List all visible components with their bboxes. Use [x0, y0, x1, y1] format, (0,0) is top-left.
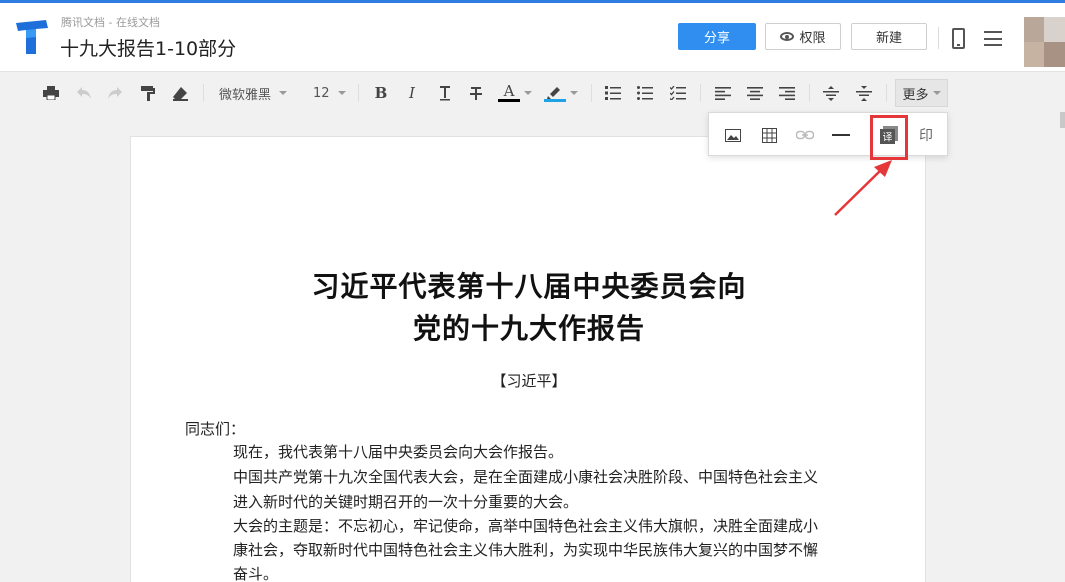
share-button[interactable]: 分享 [678, 23, 756, 50]
bullet-list-icon[interactable] [636, 82, 654, 104]
format-painter-icon[interactable] [139, 82, 157, 104]
document-heading-line2: 党的十九大作报告 [412, 312, 645, 345]
highlight-color-button[interactable] [544, 82, 580, 104]
more-button[interactable]: 更多 [895, 79, 948, 107]
document-author: 【习近平】 [491, 372, 567, 390]
highlight-annotation-box [870, 115, 908, 160]
paragraph-line: 中国共产党第十九次全国代表大会，是在全面建成小康社会决胜阶段、中国特色社会主义 [233, 468, 819, 486]
align-right-icon[interactable] [778, 82, 796, 104]
formatting-toolbar: 微软雅黑 12 B I A 更多 [0, 73, 1065, 113]
strikethrough-icon[interactable] [467, 82, 485, 104]
header-divider [938, 27, 939, 49]
document-title[interactable]: 十九大报告1-10部分 [60, 34, 236, 61]
toolbar-divider [886, 84, 887, 102]
app-subtitle: 腾讯文档 - 在线文档 [61, 16, 160, 29]
highlighter-icon [544, 87, 566, 102]
chevron-down-icon [524, 91, 532, 95]
redo-icon[interactable] [106, 82, 124, 104]
table-icon[interactable] [757, 123, 781, 147]
more-menu-dropdown: 译 印 [708, 112, 948, 156]
chevron-down-icon [279, 91, 288, 95]
scrollbar-thumb[interactable] [1060, 112, 1065, 128]
checklist-icon[interactable] [669, 82, 687, 104]
eye-icon [780, 32, 795, 41]
align-left-icon[interactable] [714, 82, 732, 104]
print-icon[interactable] [42, 82, 60, 104]
font-size-value: 12 [313, 85, 330, 101]
tencent-docs-logo-icon[interactable] [12, 17, 52, 57]
print-stamp-icon[interactable]: 印 [914, 123, 938, 147]
annotation-arrow-icon [834, 160, 892, 216]
horizontal-line-icon[interactable] [829, 123, 853, 147]
align-center-icon[interactable] [746, 82, 764, 104]
toolbar-divider [809, 84, 810, 102]
permission-label: 权限 [799, 31, 826, 46]
paragraph-line: 奋斗。 [233, 565, 279, 582]
eraser-icon[interactable] [171, 82, 189, 104]
chevron-down-icon [570, 91, 578, 95]
paragraph-line: 康社会，夺取新时代中国特色社会主义伟大胜利，为实现中华民族伟大复兴的中国梦不懈 [233, 541, 819, 559]
permission-button[interactable]: 权限 [765, 23, 841, 50]
mobile-icon[interactable] [952, 28, 965, 49]
link-icon[interactable] [793, 123, 817, 147]
paragraph-line: 大会的主题是：不忘初心，牢记使命，高举中国特色社会主义伟大旗帜，决胜全面建成小 [233, 517, 819, 535]
toolbar-divider [203, 84, 204, 102]
image-icon[interactable] [721, 123, 745, 147]
font-family-select[interactable]: 微软雅黑 [219, 82, 299, 104]
more-label: 更多 [902, 87, 929, 103]
underline-icon[interactable] [436, 82, 454, 104]
avatar[interactable] [1024, 17, 1065, 67]
document-page[interactable]: 习近平代表第十八届中央委员会向 党的十九大作报告 【习近平】 同志们： 现在，我… [130, 136, 926, 582]
hamburger-menu-icon[interactable] [984, 31, 1002, 46]
toolbar-divider [358, 84, 359, 102]
salutation: 同志们： [185, 420, 246, 438]
chevron-down-icon [932, 91, 941, 95]
bold-button[interactable]: B [372, 82, 390, 104]
paragraph-line: 现在，我代表第十八届中央委员会向大会作报告。 [233, 443, 564, 461]
font-size-select[interactable]: 12 [313, 82, 347, 104]
italic-button[interactable]: I [403, 82, 421, 104]
indent-decrease-icon[interactable] [822, 82, 840, 104]
numbered-list-icon[interactable] [604, 82, 622, 104]
text-color-button[interactable]: A [498, 82, 534, 104]
paragraph-line: 进入新时代的关键时期召开的一次十分重要的大会。 [233, 493, 579, 511]
toolbar-divider [591, 84, 592, 102]
font-family-value: 微软雅黑 [219, 87, 272, 103]
chevron-down-icon [337, 91, 346, 95]
text-color-letter: A [498, 84, 520, 102]
toolbar-divider [700, 84, 701, 102]
document-heading-line1: 习近平代表第十八届中央委员会向 [311, 270, 747, 303]
undo-icon[interactable] [75, 82, 93, 104]
app-header: 腾讯文档 - 在线文档 十九大报告1-10部分 分享 权限 新建 [0, 3, 1065, 72]
indent-increase-icon[interactable] [855, 82, 873, 104]
new-button[interactable]: 新建 [851, 23, 927, 50]
